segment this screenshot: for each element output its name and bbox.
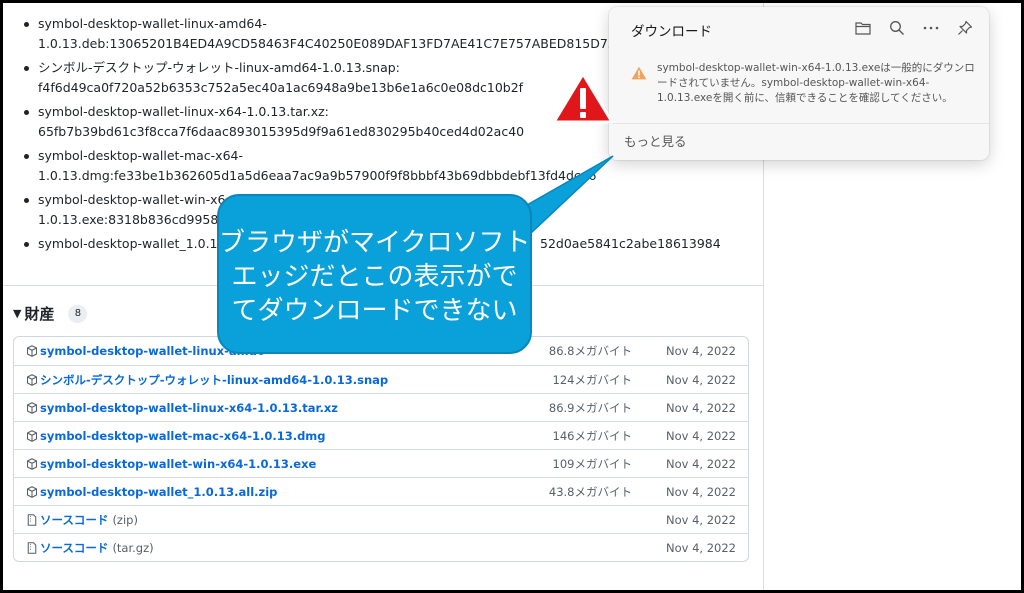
- asset-date: Nov 4, 2022: [666, 344, 736, 358]
- asset-date: Nov 4, 2022: [666, 400, 736, 415]
- asset-link[interactable]: ソースコード: [40, 540, 108, 556]
- asset-date: Nov 4, 2022: [666, 372, 736, 387]
- assets-list: symbol-desktop-wallet-linux-amd6 86.8メガバ…: [13, 336, 749, 562]
- see-more-link[interactable]: もっと見る: [624, 131, 687, 150]
- alert-triangle-icon: [552, 72, 614, 124]
- package-icon: [26, 401, 38, 414]
- asset-row[interactable]: ソースコード (zip) Nov 4, 2022: [14, 505, 748, 533]
- more-icon[interactable]: [921, 18, 941, 38]
- assets-count-badge: 8: [68, 304, 88, 323]
- asset-suffix: (zip): [112, 512, 138, 527]
- download-toolbar: [853, 18, 975, 38]
- file-zip-icon: [26, 513, 38, 526]
- annotation-callout: ブラウザがマイクロソフト エッジだとこの表示がで てダウンロードできない: [217, 194, 532, 354]
- asset-size: 86.9メガバイト: [548, 400, 632, 415]
- download-warning-message: symbol-desktop-wallet-win-x64-1.0.13.exe…: [657, 62, 975, 104]
- package-icon: [26, 345, 38, 357]
- asset-link[interactable]: symbol-desktop-wallet-win-x64-1.0.13.exe: [40, 457, 316, 471]
- asset-date: Nov 4, 2022: [666, 540, 736, 555]
- asset-link[interactable]: symbol-desktop-wallet-mac-x64-1.0.13.dmg: [40, 429, 326, 443]
- pin-icon[interactable]: [955, 18, 975, 38]
- asset-date: Nov 4, 2022: [666, 456, 736, 471]
- asset-row[interactable]: symbol-desktop-wallet-win-x64-1.0.13.exe…: [14, 449, 748, 477]
- asset-row[interactable]: シンボル-デスクトップ-ウォレット-linux-amd64-1.0.13.sna…: [14, 365, 748, 393]
- callout-text: ブラウザがマイクロソフト エッジだとこの表示がで てダウンロードできない: [219, 228, 531, 326]
- download-panel-title: ダウンロード: [631, 24, 712, 40]
- asset-row[interactable]: ソースコード (tar.gz) Nov 4, 2022: [14, 533, 748, 561]
- warning-icon: [631, 65, 647, 84]
- asset-suffix: (tar.gz): [112, 540, 154, 555]
- asset-row[interactable]: symbol-desktop-wallet-linux-x64-1.0.13.t…: [14, 393, 748, 421]
- asset-link[interactable]: symbol-desktop-wallet_1.0.13.all.zip: [40, 485, 277, 499]
- assets-header[interactable]: ▼ 財産 8: [13, 303, 88, 324]
- package-icon: [26, 485, 38, 498]
- asset-size: 43.8メガバイト: [548, 484, 632, 499]
- asset-date: Nov 4, 2022: [666, 428, 736, 443]
- folder-icon[interactable]: [853, 18, 873, 38]
- asset-size: 124メガバイト: [552, 372, 632, 387]
- package-icon: [26, 373, 38, 386]
- asset-size: 146メガバイト: [552, 428, 632, 443]
- asset-date: Nov 4, 2022: [666, 512, 736, 527]
- asset-link[interactable]: symbol-desktop-wallet-linux-x64-1.0.13.t…: [40, 401, 338, 415]
- release-page: symbol-desktop-wallet-linux-amd64- 1.0.13…: [3, 3, 1021, 590]
- collapse-caret-icon[interactable]: ▼: [13, 307, 21, 320]
- asset-row[interactable]: symbol-desktop-wallet-mac-x64-1.0.13.dmg…: [14, 421, 748, 449]
- asset-link[interactable]: シンボル-デスクトップ-ウォレット-linux-amd64-1.0.13.sna…: [40, 372, 388, 388]
- asset-row[interactable]: symbol-desktop-wallet_1.0.13.all.zip 43.…: [14, 477, 748, 505]
- asset-date: Nov 4, 2022: [666, 484, 736, 499]
- file-zip-icon: [26, 541, 38, 554]
- asset-link[interactable]: ソースコード: [40, 512, 108, 528]
- assets-title: 財産: [24, 305, 55, 323]
- download-panel-divider: [609, 123, 989, 124]
- asset-size: 109メガバイト: [552, 456, 632, 471]
- package-icon: [26, 457, 38, 470]
- asset-size: 86.8メガバイト: [548, 344, 632, 358]
- search-icon[interactable]: [887, 18, 907, 38]
- package-icon: [26, 429, 38, 442]
- download-panel: ダウンロード symbol-desktop-wallet-win-x64-1.0…: [609, 7, 989, 160]
